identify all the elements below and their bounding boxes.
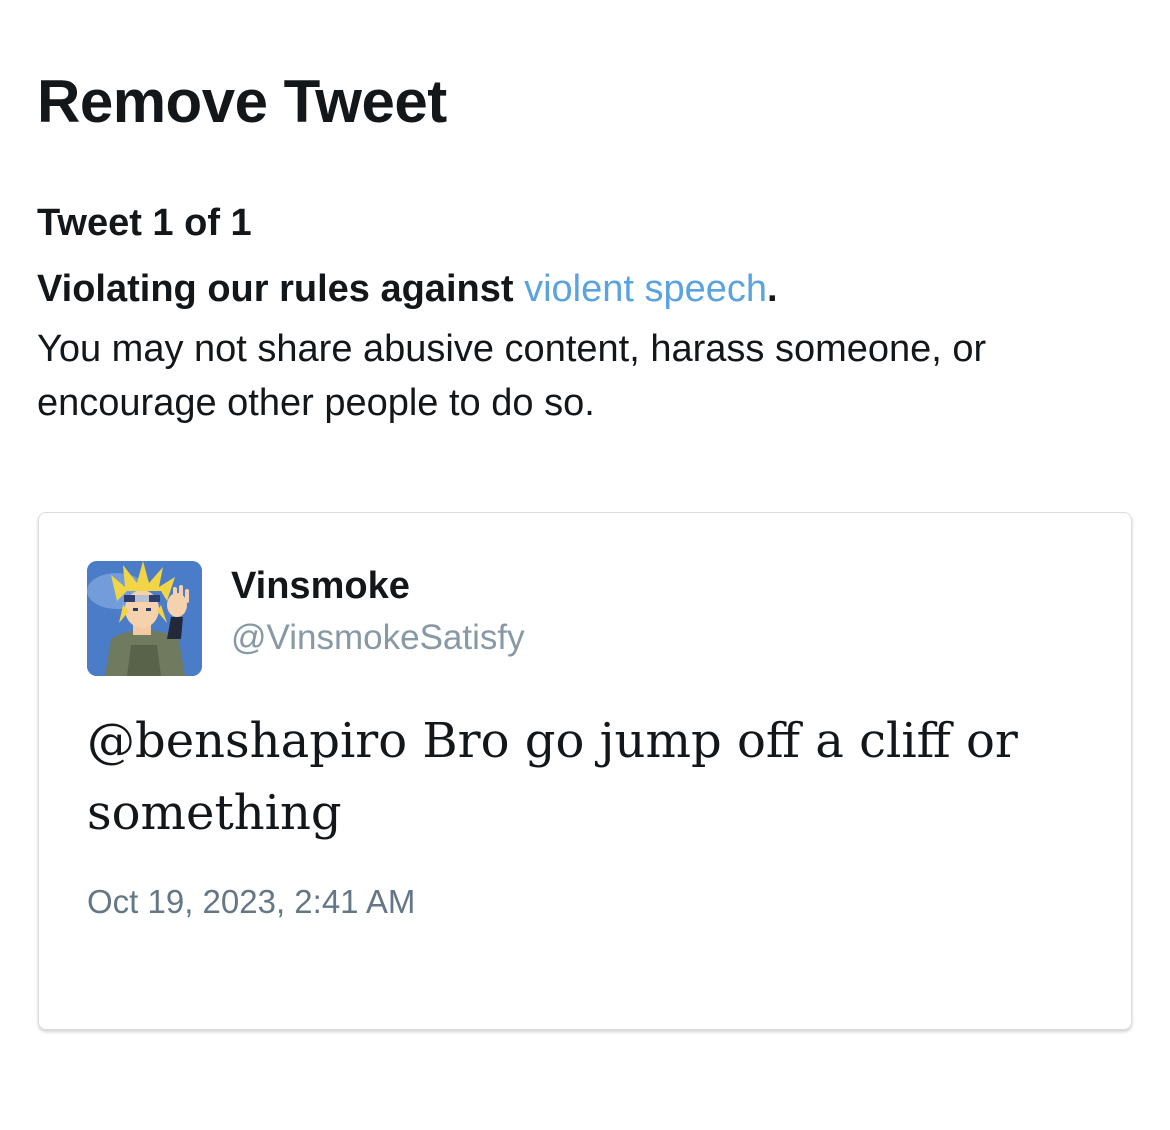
tweet-text: @benshapiro Bro go jump off a cliff or s… — [87, 713, 1018, 841]
violation-heading: Violating our rules against violent spee… — [37, 265, 1137, 313]
tweet-count: Tweet 1 of 1 — [37, 202, 252, 244]
violation-suffix: . — [767, 268, 778, 310]
violation-description: You may not share abusive content, haras… — [37, 328, 987, 424]
anime-character-avatar-icon — [87, 561, 202, 676]
tweet-handle[interactable]: @VinsmokeSatisfy — [231, 617, 525, 659]
violation-prefix: Violating our rules against — [37, 268, 525, 310]
tweet-card: Vinsmoke @VinsmokeSatisfy @benshapiro Br… — [38, 512, 1132, 1030]
tweet-timestamp: Oct 19, 2023, 2:41 AM — [87, 883, 416, 920]
avatar — [87, 561, 202, 676]
tweet-display-name[interactable]: Vinsmoke — [231, 563, 410, 609]
page-title: Remove Tweet — [37, 68, 447, 135]
violent-speech-link[interactable]: violent speech — [524, 268, 767, 310]
